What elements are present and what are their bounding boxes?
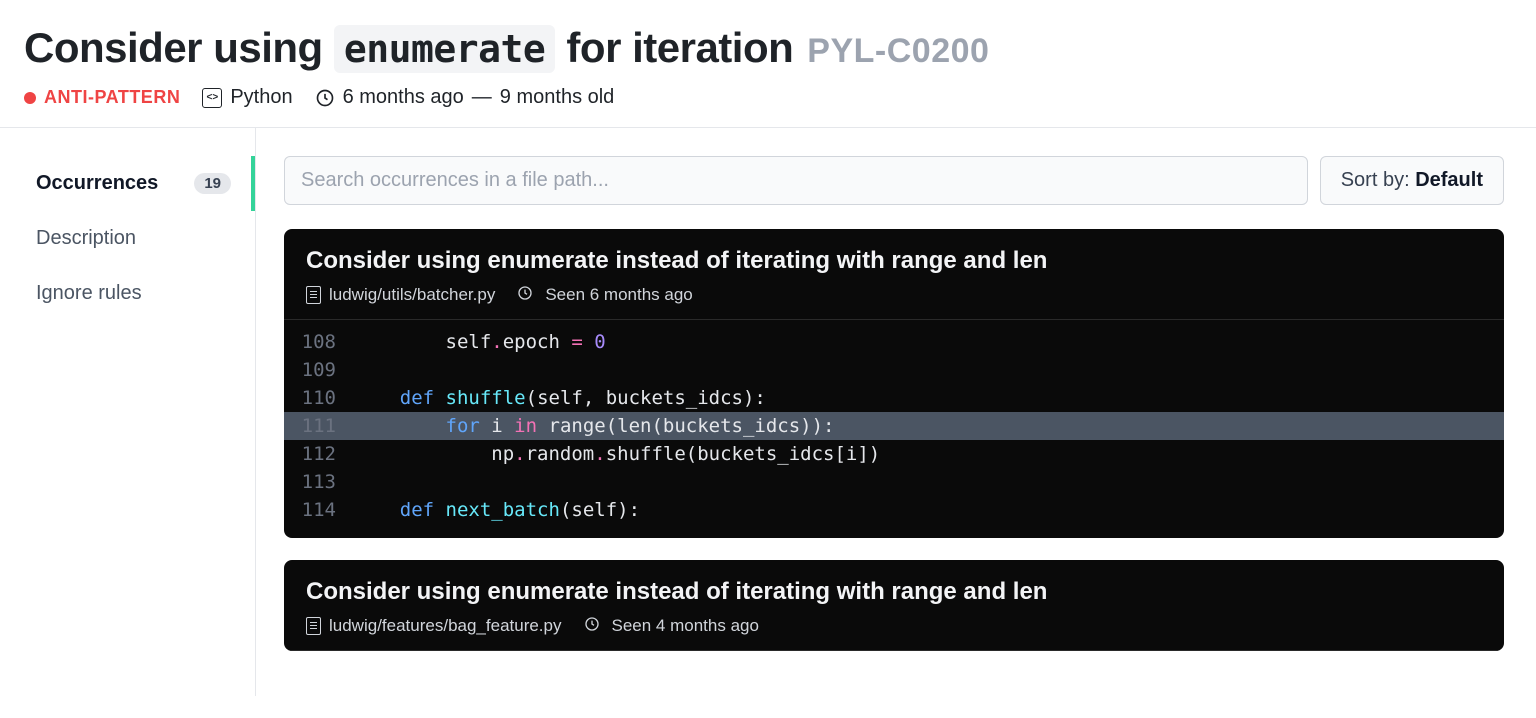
tag-anti-pattern: ANTI-PATTERN [24, 87, 180, 108]
code-line: 109 [284, 356, 1504, 384]
time-separator: — [472, 86, 492, 109]
sidebar-item-label: Description [36, 227, 136, 250]
line-number: 109 [284, 356, 354, 384]
layout: Occurrences 19 Description Ignore rules … [0, 128, 1536, 696]
sidebar-item-label: Occurrences [36, 172, 158, 195]
occurrence-card[interactable]: Consider using enumerate instead of iter… [284, 229, 1504, 538]
file-path[interactable]: ludwig/features/bag_feature.py [306, 616, 562, 636]
sort-label: Sort by: [1341, 169, 1415, 191]
file-path-text: ludwig/features/bag_feature.py [329, 616, 562, 636]
line-number: 114 [284, 496, 354, 524]
sort-value: Default [1415, 169, 1483, 191]
title-pre: Consider using [24, 24, 334, 71]
occurrence-header: Consider using enumerate instead of iter… [284, 229, 1504, 320]
sort-button[interactable]: Sort by: Default [1320, 156, 1504, 205]
time-seen: 6 months ago [343, 86, 464, 109]
line-content [354, 468, 1504, 496]
tag-label: ANTI-PATTERN [44, 87, 180, 108]
search-input[interactable] [284, 156, 1308, 205]
seen-text: Seen 6 months ago [545, 285, 692, 305]
code-line: 113 [284, 468, 1504, 496]
sidebar-item-occurrences[interactable]: Occurrences 19 [0, 156, 255, 211]
code-line: 112 np.random.shuffle(buckets_idcs[i]) [284, 440, 1504, 468]
clock-icon [584, 616, 604, 636]
seen-text: Seen 4 months ago [612, 616, 759, 636]
code-line: 111 for i in range(len(buckets_idcs)): [284, 412, 1504, 440]
file-path-text: ludwig/utils/batcher.py [329, 285, 495, 305]
file-icon [306, 286, 321, 304]
occurrence-list: Consider using enumerate instead of iter… [284, 229, 1504, 651]
line-content [354, 356, 1504, 384]
controls-row: Sort by: Default [284, 156, 1504, 205]
page-header: Consider using enumerate for iteration P… [0, 0, 1536, 128]
occurrence-card[interactable]: Consider using enumerate instead of iter… [284, 560, 1504, 651]
clock-icon [315, 88, 335, 108]
line-content: def next_batch(self): [354, 496, 1504, 524]
line-number: 111 [284, 412, 354, 440]
meta-row: ANTI-PATTERN <> Python 6 months ago — 9 … [24, 86, 1512, 109]
file-icon [306, 617, 321, 635]
language-tag: <> Python [202, 86, 292, 109]
sidebar-item-ignore-rules[interactable]: Ignore rules [0, 266, 255, 321]
main-content: Sort by: Default Consider using enumerat… [256, 128, 1536, 696]
line-content: for i in range(len(buckets_idcs)): [354, 412, 1504, 440]
occurrences-count-badge: 19 [194, 173, 231, 194]
page-title: Consider using enumerate for iteration [24, 24, 793, 72]
code-line: 114 def next_batch(self): [284, 496, 1504, 524]
occurrence-header: Consider using enumerate instead of iter… [284, 560, 1504, 651]
line-content: def shuffle(self, buckets_idcs): [354, 384, 1504, 412]
sidebar-item-description[interactable]: Description [0, 211, 255, 266]
occurrence-meta: ludwig/utils/batcher.py Seen 6 months ago [306, 285, 1482, 305]
title-row: Consider using enumerate for iteration P… [24, 24, 1512, 72]
line-content: self.epoch = 0 [354, 328, 1504, 356]
language-label: Python [230, 86, 292, 109]
occurrence-title: Consider using enumerate instead of iter… [306, 247, 1482, 275]
line-number: 108 [284, 328, 354, 356]
status-dot-icon [24, 92, 36, 104]
sidebar: Occurrences 19 Description Ignore rules [0, 128, 256, 696]
line-number: 110 [284, 384, 354, 412]
time-old: 9 months old [500, 86, 615, 109]
clock-icon [517, 285, 537, 305]
file-path[interactable]: ludwig/utils/batcher.py [306, 285, 495, 305]
issue-code: PYL-C0200 [807, 32, 989, 71]
line-content: np.random.shuffle(buckets_idcs[i]) [354, 440, 1504, 468]
code-line: 110 def shuffle(self, buckets_idcs): [284, 384, 1504, 412]
code-icon: <> [202, 88, 222, 108]
occurrence-meta: ludwig/features/bag_feature.py Seen 4 mon… [306, 616, 1482, 636]
time-info: 6 months ago — 9 months old [315, 86, 615, 109]
sidebar-item-label: Ignore rules [36, 282, 142, 305]
code-block: 108 self.epoch = 0109110 def shuffle(sel… [284, 320, 1504, 538]
title-code: enumerate [334, 25, 555, 73]
seen-time: Seen 6 months ago [517, 285, 692, 305]
code-line: 108 self.epoch = 0 [284, 328, 1504, 356]
line-number: 112 [284, 440, 354, 468]
line-number: 113 [284, 468, 354, 496]
occurrence-title: Consider using enumerate instead of iter… [306, 578, 1482, 606]
title-post: for iteration [555, 24, 793, 71]
seen-time: Seen 4 months ago [584, 616, 759, 636]
